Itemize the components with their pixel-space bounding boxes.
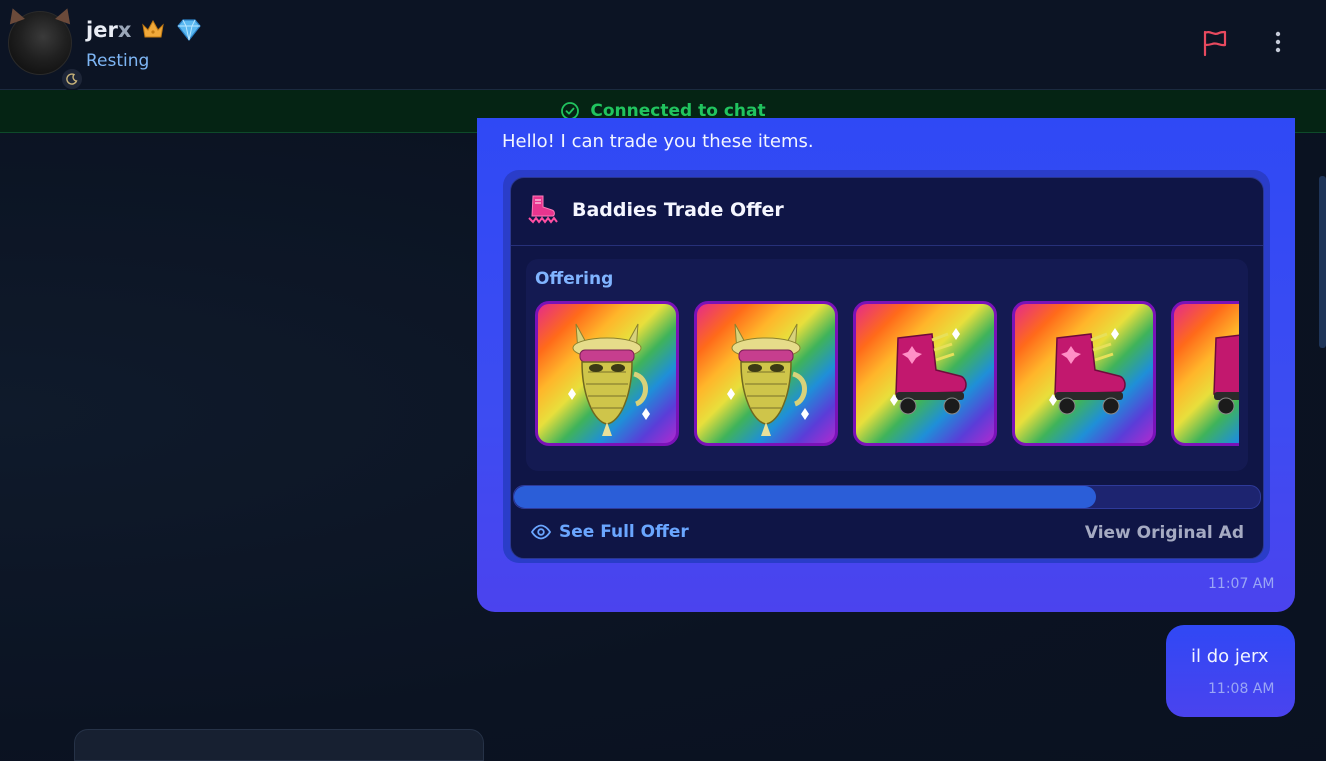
avatar[interactable]: [5, 5, 84, 91]
offering-label: Offering: [535, 269, 614, 289]
chat-scrollbar[interactable]: [1319, 176, 1326, 348]
see-full-offer-link[interactable]: See Full Offer: [531, 522, 689, 542]
golden-cat-mask-icon: [727, 323, 809, 436]
eye-icon: [531, 524, 551, 540]
view-original-ad-link[interactable]: View Original Ad: [1085, 523, 1244, 543]
golden-cat-mask-icon: [568, 323, 650, 436]
username[interactable]: jerx: [86, 18, 131, 42]
message-bubble-outgoing-2: [1166, 625, 1295, 717]
crown-icon: [141, 18, 165, 45]
pink-roller-skate-icon: [1049, 328, 1126, 415]
items-scroll-thumb[interactable]: [514, 486, 1096, 508]
items-scroll-track[interactable]: [513, 485, 1261, 509]
username-tail: x: [117, 18, 132, 42]
offer-item-pink-roller-skate-2[interactable]: [1012, 301, 1156, 446]
flag-icon: [1203, 30, 1227, 57]
incoming-message-peek: [74, 729, 484, 761]
trade-card-title: Baddies Trade Offer: [572, 199, 784, 221]
diamond-icon: [174, 17, 204, 47]
more-options-button[interactable]: [1266, 28, 1290, 58]
offer-item-golden-cat-mask[interactable]: [535, 301, 679, 446]
message-text: Hello! I can trade you these items.: [502, 131, 814, 152]
avatar-ear-left: [5, 5, 25, 25]
offer-item-pink-roller-skate[interactable]: [853, 301, 997, 446]
offer-item-golden-cat-mask-2[interactable]: [694, 301, 838, 446]
message-timestamp-2: 11:08 AM: [1208, 681, 1275, 697]
message-text-2: il do jerx: [1191, 646, 1269, 667]
moon-status-icon: [60, 67, 84, 91]
trade-offer-card: Baddies Trade Offer Offering See Full Of…: [510, 177, 1264, 559]
pink-roller-skate-icon: [890, 328, 967, 415]
user-status: Resting: [86, 51, 150, 71]
kebab-menu-icon: [1275, 31, 1281, 53]
message-timestamp: 11:07 AM: [1208, 576, 1275, 592]
username-main: jer: [86, 18, 118, 42]
roller-skate-logo-icon: [526, 192, 560, 226]
offering-panel: Offering: [526, 259, 1248, 471]
chat-header: jerx Resting: [0, 0, 1326, 91]
report-flag-button[interactable]: [1201, 28, 1229, 58]
pink-roller-skate-icon: [1213, 334, 1239, 415]
offer-item-pink-roller-skate-3[interactable]: [1171, 301, 1239, 446]
avatar-ear-right: [55, 5, 75, 25]
see-full-offer-label: See Full Offer: [559, 522, 689, 542]
items-strip[interactable]: [535, 301, 1239, 453]
trade-card-header: Baddies Trade Offer: [511, 178, 1263, 246]
